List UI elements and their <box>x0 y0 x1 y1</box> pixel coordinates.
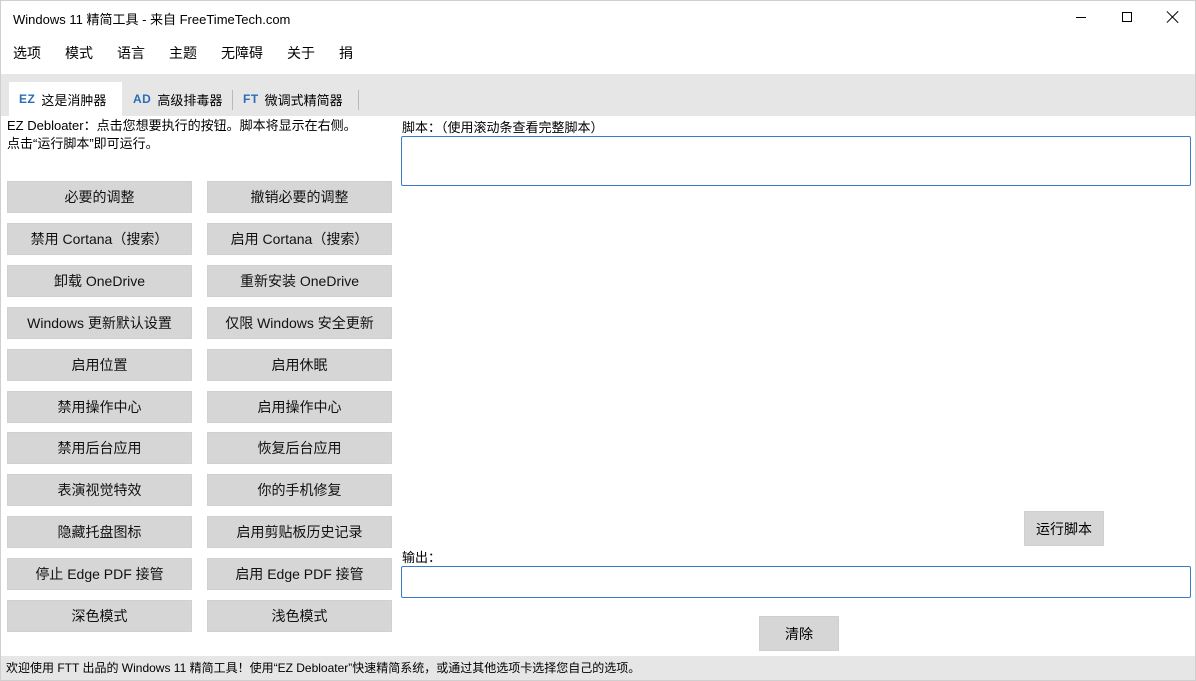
tweak-button[interactable]: 恢复后台应用 <box>207 432 392 464</box>
tweak-button[interactable]: 必要的调整 <box>7 181 192 213</box>
menu-donate[interactable]: 捐 <box>327 37 365 69</box>
tweak-button[interactable]: 撤销必要的调整 <box>207 181 392 213</box>
title-bar: Windows 11 精简工具 - 来自 FreeTimeTech.com <box>1 1 1195 33</box>
tweak-button[interactable]: 启用位置 <box>7 349 192 381</box>
tab-code: FT <box>243 92 259 106</box>
tweak-button[interactable]: Windows 更新默认设置 <box>7 307 192 339</box>
output-textbox[interactable] <box>401 566 1191 598</box>
window-title: Windows 11 精简工具 - 来自 FreeTimeTech.com <box>13 12 291 27</box>
tweak-button[interactable]: 仅限 Windows 安全更新 <box>207 307 392 339</box>
tweak-button[interactable]: 停止 Edge PDF 接管 <box>7 558 192 590</box>
tweak-button[interactable]: 禁用后台应用 <box>7 432 192 464</box>
tweak-button[interactable]: 隐藏托盘图标 <box>7 516 192 548</box>
tab-separator <box>358 90 359 110</box>
script-label: 脚本：（使用滚动条查看完整脚本） <box>402 120 604 135</box>
app-window: Windows 11 精简工具 - 来自 FreeTimeTech.com 选项… <box>0 0 1196 681</box>
menu-bar: 选项 模式 语言 主题 无障碍 关于 捐 <box>1 37 365 69</box>
tweak-button[interactable]: 启用 Cortana（搜索） <box>207 223 392 255</box>
tab-ez-debloater[interactable]: EZ 这是消肿器 <box>9 82 122 116</box>
output-label: 输出： <box>402 550 442 565</box>
tab-fine-tune[interactable]: FT 微调式精简器 <box>233 82 353 116</box>
clear-button[interactable]: 清除 <box>759 616 839 651</box>
tab-label: 微调式精简器 <box>264 92 343 108</box>
tab-label: 这是消肿器 <box>41 92 107 108</box>
tweak-button[interactable]: 浅色模式 <box>207 600 392 632</box>
maximize-icon <box>1122 12 1132 22</box>
tab-code: EZ <box>19 92 36 106</box>
close-icon <box>1167 11 1179 23</box>
tweak-button[interactable]: 重新安装 OneDrive <box>207 265 392 297</box>
tweak-button[interactable]: 表演视觉特效 <box>7 474 192 506</box>
intro-text: EZ Debloater：点击您想要执行的按钮。脚本将显示在右侧。 点击“运行脚… <box>7 117 397 153</box>
menu-accessibility[interactable]: 无障碍 <box>209 37 275 69</box>
tweak-button[interactable]: 禁用 Cortana（搜索） <box>7 223 192 255</box>
tweak-button[interactable]: 启用休眠 <box>207 349 392 381</box>
tweak-button[interactable]: 启用剪贴板历史记录 <box>207 516 392 548</box>
menu-mode[interactable]: 模式 <box>53 37 105 69</box>
tweak-button[interactable]: 启用 Edge PDF 接管 <box>207 558 392 590</box>
script-textbox[interactable] <box>401 136 1191 186</box>
menu-options[interactable]: 选项 <box>1 37 53 69</box>
tweak-button[interactable]: 卸载 OneDrive <box>7 265 192 297</box>
maximize-button[interactable] <box>1104 1 1150 33</box>
tab-advanced-debloater[interactable]: AD 高级排毒器 <box>123 82 232 116</box>
intro-line: 点击“运行脚本”即可运行。 <box>7 136 159 151</box>
tab-code: AD <box>133 92 152 106</box>
run-script-button[interactable]: 运行脚本 <box>1024 511 1104 546</box>
tab-label: 高级排毒器 <box>157 92 223 108</box>
menu-about[interactable]: 关于 <box>275 37 327 69</box>
close-button[interactable] <box>1150 1 1196 33</box>
minimize-button[interactable] <box>1058 1 1104 33</box>
intro-line: EZ Debloater：点击您想要执行的按钮。脚本将显示在右侧。 <box>7 118 357 133</box>
minimize-icon <box>1076 16 1086 18</box>
tweak-button[interactable]: 禁用操作中心 <box>7 391 192 423</box>
tab-strip: EZ 这是消肿器 AD 高级排毒器 FT 微调式精简器 <box>1 74 1195 116</box>
tweak-button[interactable]: 深色模式 <box>7 600 192 632</box>
status-bar: 欢迎使用 FTT 出品的 Windows 11 精简工具！使用“EZ Deblo… <box>1 656 1195 680</box>
menu-language[interactable]: 语言 <box>105 37 157 69</box>
tweak-button[interactable]: 你的手机修复 <box>207 474 392 506</box>
menu-theme[interactable]: 主题 <box>157 37 209 69</box>
tweak-button[interactable]: 启用操作中心 <box>207 391 392 423</box>
